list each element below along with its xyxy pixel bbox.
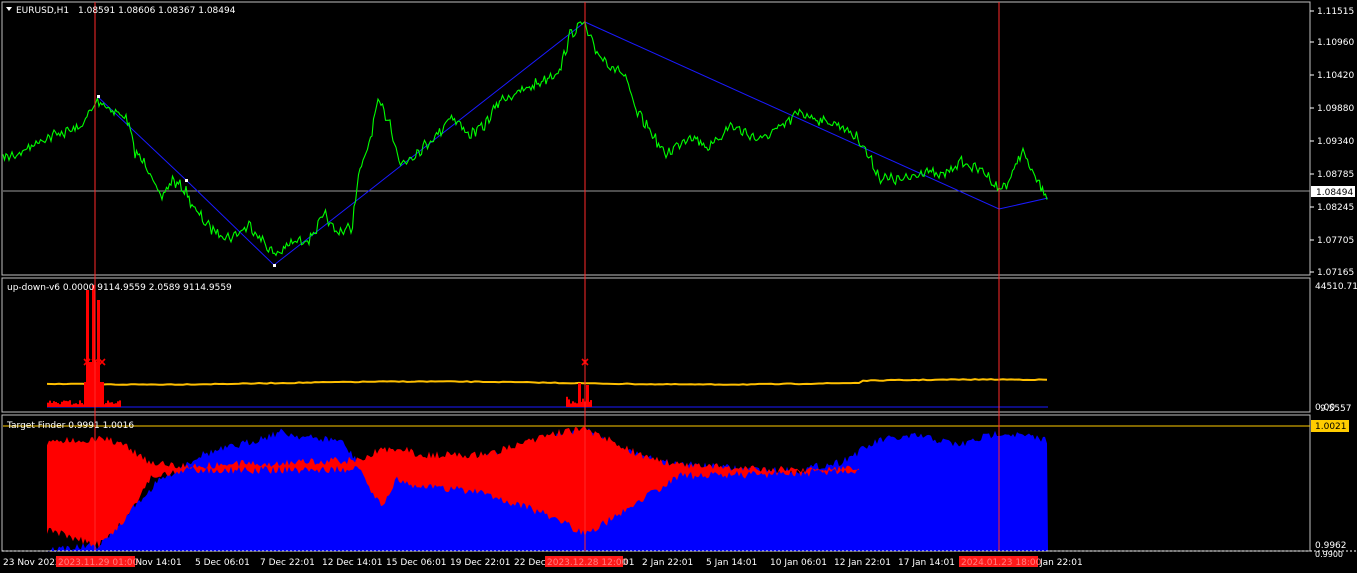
- indicator-bar: [69, 400, 71, 407]
- indicator-bar: [115, 403, 117, 407]
- indicator-bar: [105, 403, 107, 407]
- time-tick: 7 Dec 22:01: [260, 558, 315, 568]
- svg-text:1.11515: 1.11515: [1317, 7, 1354, 17]
- svg-text:1.08245: 1.08245: [1317, 203, 1354, 213]
- price-tick: 1.08785: [1310, 170, 1354, 180]
- time-tick: 23 Nov 2023: [3, 558, 61, 568]
- price-tick: 1.10960: [1310, 38, 1354, 48]
- indicator-bar: [49, 400, 51, 407]
- time-tick: 22 Dec: [514, 558, 546, 568]
- zigzag-point: [97, 95, 100, 98]
- indicator-bar: [111, 402, 113, 407]
- price-line: [2, 20, 1048, 257]
- indicator-bar: [53, 401, 55, 407]
- indicator-bar: [590, 400, 592, 407]
- indicator1-axis-top: 44510.716: [1315, 282, 1357, 292]
- indicator-bar: [582, 398, 584, 407]
- indicator-bar: [65, 400, 67, 407]
- price-axis[interactable]: 1.11515 1.10960 1.10420 1.09880 1.09340 …: [1310, 7, 1357, 559]
- price-tick: 1.11515: [1310, 7, 1354, 17]
- current-price-value: 1.08494: [1316, 188, 1353, 198]
- indicator-bar: [117, 401, 119, 407]
- indicator-bar: [59, 404, 61, 407]
- main-symbol-label: EURUSD,H1: [16, 6, 69, 16]
- price-tick: 1.07165: [1310, 268, 1354, 278]
- indicator-bar: [81, 403, 83, 407]
- indicator-yellow-line: [46, 378, 1048, 386]
- zigzag-line: [97, 21, 1049, 266]
- price-tick: 1.08245: [1310, 203, 1354, 213]
- svg-text:1.07705: 1.07705: [1317, 236, 1354, 246]
- svg-text:1.07165: 1.07165: [1317, 268, 1354, 278]
- indicator-bar: [55, 401, 57, 407]
- indicator-bar: [79, 400, 81, 407]
- time-tick: 10 Jan 06:01: [770, 558, 827, 568]
- target-finder-pane[interactable]: [3, 425, 1310, 553]
- indicator-bar: [119, 400, 121, 407]
- indicator-bar: [586, 385, 589, 407]
- time-tick: 19 Dec 22:01: [450, 558, 511, 568]
- indicator1-pane-border: [1, 277, 1311, 413]
- target-finder-axis-top: 1.0021: [1315, 422, 1347, 432]
- indicator-bar: [570, 403, 572, 407]
- trading-chart[interactable]: EURUSD,H1 1.08591 1.08606 1.08367 1.0849…: [0, 0, 1357, 573]
- indicator-bar: [107, 400, 109, 407]
- indicator-bar: [63, 400, 65, 407]
- svg-text:1.08785: 1.08785: [1317, 170, 1354, 180]
- indicator-bar: [75, 403, 77, 407]
- indicator-bar: [572, 401, 574, 407]
- svg-text:1.10960: 1.10960: [1317, 38, 1354, 48]
- indicator-bar: [61, 401, 63, 407]
- time-axis[interactable]: 23 Nov 2023 30 Nov 14:01 5 Dec 06:01 7 D…: [2, 550, 1357, 568]
- indicator-bar: [568, 399, 570, 407]
- svg-text:1.10420: 1.10420: [1317, 71, 1354, 81]
- time-tick: 5 Jan 14:01: [706, 558, 757, 568]
- indicator-bar: [57, 403, 59, 407]
- time-tick: 15 Dec 06:01: [386, 558, 447, 568]
- price-tick: 1.09880: [1310, 104, 1354, 114]
- zigzag-point: [273, 264, 276, 267]
- main-ohlc-values: 1.08591 1.08606 1.08367 1.08494: [78, 6, 236, 16]
- indicator-bar: [67, 401, 69, 407]
- price-tick: 1.09340: [1310, 137, 1354, 147]
- price-tick: 1.10420: [1310, 71, 1354, 81]
- up-down-indicator-pane[interactable]: [46, 285, 1048, 408]
- indicator-bar: [578, 383, 581, 407]
- indicator1-label: up-down-v6 0.0000 9114.9559 2.0589 9114.…: [7, 283, 232, 293]
- time-marker-label: 2023.11.29 01:00: [58, 558, 139, 568]
- time-marker-label: 2023.12.28 12:00: [547, 558, 628, 568]
- price-tick: 1.07705: [1310, 236, 1354, 246]
- svg-text:1.09340: 1.09340: [1317, 137, 1354, 147]
- indicator-bar: [73, 403, 75, 407]
- time-tick: 5 Dec 06:01: [195, 558, 250, 568]
- time-tick: 12 Jan 22:01: [834, 558, 891, 568]
- time-marker-label: 2024.01.23 18:00: [961, 558, 1042, 568]
- zigzag-point: [185, 179, 188, 182]
- indicator-bar: [77, 404, 79, 407]
- indicator-bar: [84, 382, 104, 407]
- time-tick: 17 Jan 14:01: [898, 558, 955, 568]
- indicator-red-bars: [47, 285, 592, 407]
- indicator-bar: [576, 403, 578, 407]
- indicator-bar: [574, 402, 576, 407]
- indicator-bar: [71, 404, 73, 407]
- chart-menu-triangle-icon[interactable]: [6, 7, 12, 11]
- indicator-bar: [566, 396, 568, 407]
- indicator-bar: [109, 402, 111, 407]
- time-tick: Jan 22:01: [1039, 558, 1083, 568]
- main-price-pane[interactable]: [2, 20, 1310, 268]
- indicator1-axis-bottom: 9.5557: [1320, 404, 1352, 414]
- indicator-bar: [113, 403, 115, 407]
- indicator-bar: [47, 402, 49, 407]
- time-tick: 12 Dec 14:01: [322, 558, 383, 568]
- indicator-bar: [51, 402, 53, 407]
- indicator2-label: Target Finder 0.9991 1.0016: [6, 421, 134, 431]
- svg-text:1.09880: 1.09880: [1317, 104, 1354, 114]
- time-tick: 2 Jan 22:01: [642, 558, 693, 568]
